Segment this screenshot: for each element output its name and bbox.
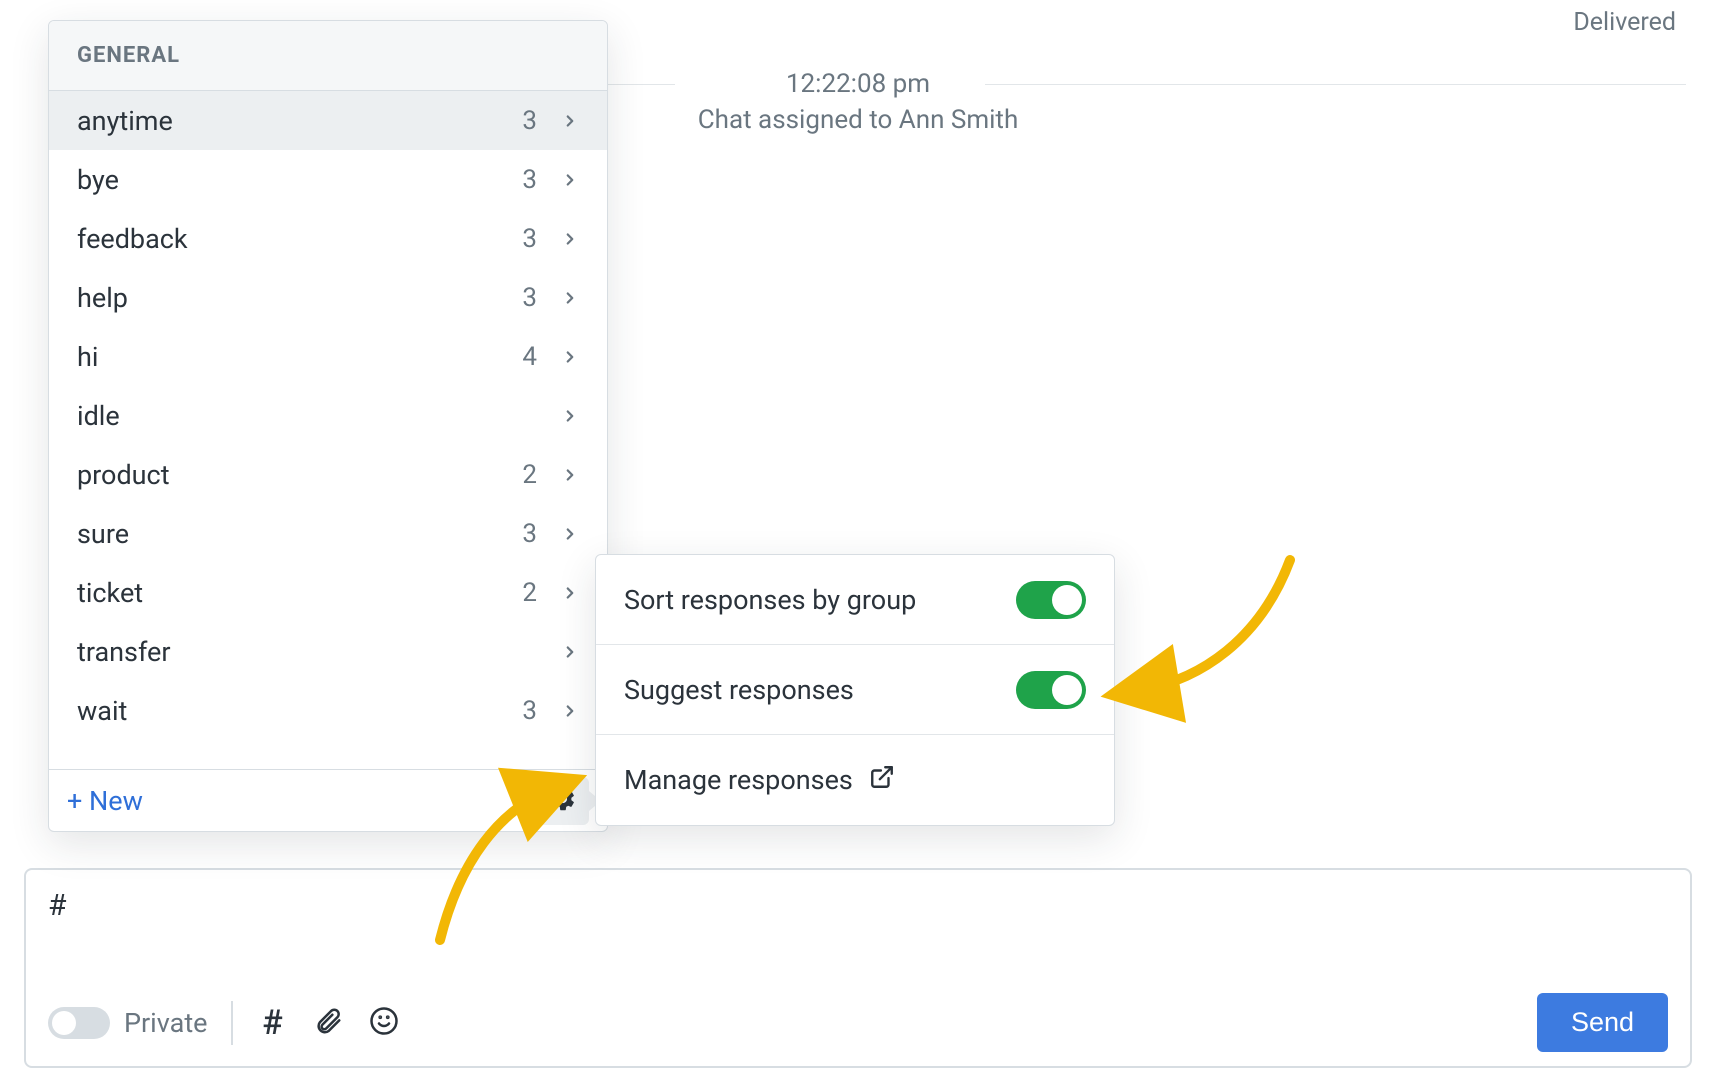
shortcut-count: 3 bbox=[517, 165, 537, 195]
sort-by-group-toggle[interactable] bbox=[1016, 581, 1086, 619]
chevron-right-icon bbox=[561, 459, 579, 491]
hash-icon: # bbox=[262, 1003, 283, 1043]
shortcut-label: help bbox=[77, 282, 517, 314]
shortcut-row[interactable]: sure3 bbox=[49, 504, 607, 563]
chevron-right-icon bbox=[561, 400, 579, 432]
shortcut-label: sure bbox=[77, 518, 517, 550]
send-button[interactable]: Send bbox=[1537, 993, 1668, 1052]
chevron-right-icon bbox=[561, 695, 579, 727]
paperclip-icon bbox=[313, 1006, 343, 1040]
shortcut-count: 3 bbox=[517, 696, 537, 726]
shortcut-label: product bbox=[77, 459, 517, 491]
sort-by-group-label: Sort responses by group bbox=[624, 584, 1016, 616]
shortcut-row[interactable]: feedback3 bbox=[49, 209, 607, 268]
shortcut-count: 2 bbox=[517, 578, 537, 608]
shortcut-count: 3 bbox=[517, 283, 537, 313]
suggest-responses-toggle[interactable] bbox=[1016, 671, 1086, 709]
shortcuts-list: anytime3bye3feedback3help3hi4idleproduct… bbox=[49, 91, 607, 769]
chevron-right-icon bbox=[561, 518, 579, 550]
shortcut-row[interactable]: product2 bbox=[49, 445, 607, 504]
manage-responses-row[interactable]: Manage responses bbox=[596, 735, 1114, 825]
chevron-right-icon bbox=[561, 282, 579, 314]
shortcut-row[interactable]: ticket2 bbox=[49, 563, 607, 622]
emoji-button[interactable] bbox=[367, 1006, 401, 1040]
shortcut-label: feedback bbox=[77, 223, 517, 255]
settings-gear-button[interactable] bbox=[537, 777, 589, 825]
sort-by-group-row: Sort responses by group bbox=[596, 555, 1114, 645]
message-input[interactable]: # bbox=[48, 888, 1668, 993]
shortcut-label: transfer bbox=[77, 636, 517, 668]
composer-toolbar: Private # Send bbox=[48, 993, 1668, 1052]
shortcut-count: 3 bbox=[517, 519, 537, 549]
shortcut-label: idle bbox=[77, 400, 517, 432]
chevron-right-icon bbox=[561, 223, 579, 255]
chevron-right-icon bbox=[561, 105, 579, 137]
shortcut-label: hi bbox=[77, 341, 517, 373]
shortcut-row[interactable]: idle bbox=[49, 386, 607, 445]
suggest-responses-label: Suggest responses bbox=[624, 674, 1016, 706]
external-link-icon bbox=[869, 764, 895, 797]
smile-icon bbox=[369, 1006, 399, 1040]
suggest-responses-row: Suggest responses bbox=[596, 645, 1114, 735]
shortcut-count: 3 bbox=[517, 106, 537, 136]
shortcut-count: 4 bbox=[517, 342, 537, 372]
delivered-status: Delivered bbox=[1573, 8, 1676, 37]
shortcut-label: anytime bbox=[77, 105, 517, 137]
panel-header: GENERAL bbox=[49, 21, 607, 91]
private-label: Private bbox=[124, 1007, 207, 1039]
new-shortcut-link[interactable]: + New bbox=[67, 785, 143, 817]
shortcut-row[interactable]: transfer bbox=[49, 622, 607, 681]
attach-button[interactable] bbox=[311, 1006, 345, 1040]
manage-responses-label: Manage responses bbox=[624, 764, 853, 796]
shortcuts-panel: GENERAL anytime3bye3feedback3help3hi4idl… bbox=[48, 20, 608, 832]
shortcut-label: bye bbox=[77, 164, 517, 196]
chevron-right-icon bbox=[561, 636, 579, 668]
shortcut-count: 2 bbox=[517, 460, 537, 490]
private-toggle-group: Private bbox=[48, 1001, 233, 1045]
panel-footer: + New bbox=[49, 769, 607, 831]
shortcut-row[interactable]: bye3 bbox=[49, 150, 607, 209]
shortcut-count: 3 bbox=[517, 224, 537, 254]
annotation-arrow-to-toggle bbox=[1110, 550, 1330, 754]
shortcut-row[interactable]: hi4 bbox=[49, 327, 607, 386]
shortcut-row[interactable]: wait3 bbox=[49, 681, 607, 740]
chevron-right-icon bbox=[561, 341, 579, 373]
chevron-right-icon bbox=[561, 164, 579, 196]
private-toggle[interactable] bbox=[48, 1007, 110, 1039]
response-settings-popover: Sort responses by group Suggest response… bbox=[595, 554, 1115, 826]
shortcut-label: wait bbox=[77, 695, 517, 727]
shortcut-label: ticket bbox=[77, 577, 517, 609]
shortcut-row[interactable]: anytime3 bbox=[49, 91, 607, 150]
shortcut-row[interactable]: help3 bbox=[49, 268, 607, 327]
message-composer[interactable]: # Private # Send bbox=[24, 868, 1692, 1068]
chevron-right-icon bbox=[561, 577, 579, 609]
shortcuts-button[interactable]: # bbox=[255, 1006, 289, 1040]
gear-icon bbox=[549, 785, 577, 817]
